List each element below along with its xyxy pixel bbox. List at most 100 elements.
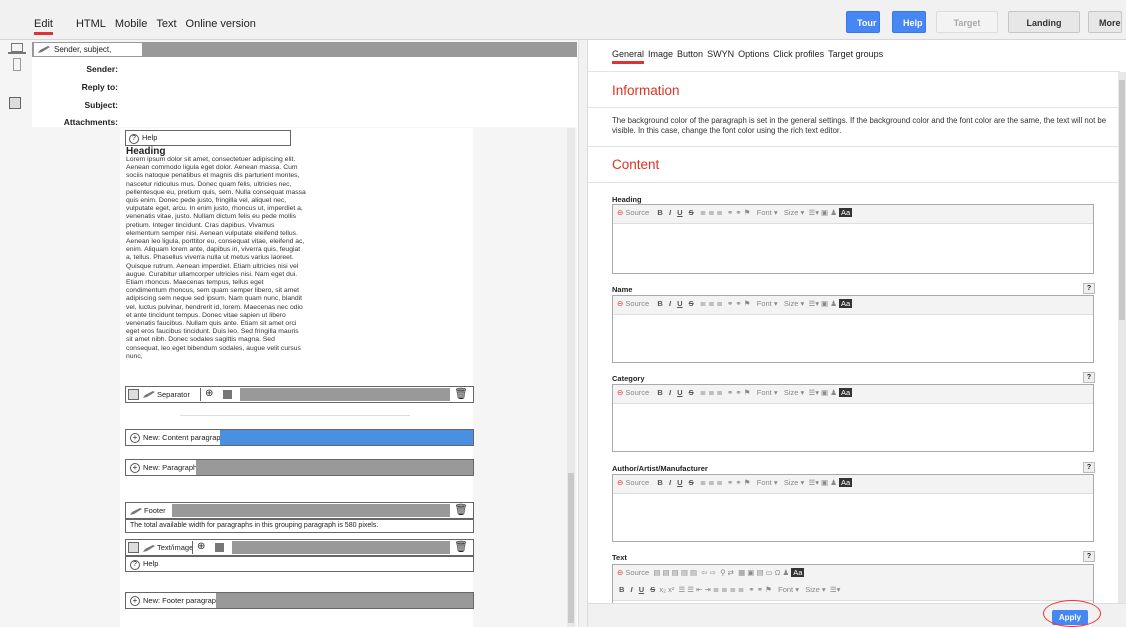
content-title: Content (612, 157, 660, 172)
footer-bar[interactable]: Footer 🗑 (125, 502, 474, 519)
new-content-paragraph[interactable]: + New: Content paragraph (125, 429, 474, 446)
divider (588, 71, 1120, 72)
move-icon[interactable]: ⊕ (197, 541, 205, 552)
footer-drag-area[interactable] (172, 504, 450, 517)
name-field-label: Name (612, 285, 633, 294)
name-editor[interactable]: ⊖ Source B I U S ≣ ≣ ≣ ⚭ ⚭ ⚑ Font ▾ Size… (612, 295, 1094, 363)
top-toolbar: Edit HTML Mobile Text Online version Tou… (0, 0, 1126, 50)
mail-canvas: ? Help Heading Lorem ipsum dolor sit amet… (32, 128, 577, 627)
action-bar: Apply (588, 600, 1126, 627)
tab-mobile[interactable]: Mobile (115, 18, 147, 30)
editor-toolbar-row2: B I U S x₂ x² ☰ ☰ ⇤ ⇥ ≣ ≣ ≣ ≣ ⚭ ⚭ ⚑ Font… (613, 584, 1093, 601)
text-field-label: Text (612, 553, 627, 562)
help-box-bottom[interactable]: ? Help (125, 556, 474, 572)
information-text: The background color of the paragraph is… (612, 116, 1107, 135)
selected-bar (220, 430, 473, 445)
left-scrollbar[interactable] (567, 128, 575, 627)
paragraph-text: Lorem ipsum dolor sit amet, consectetuer… (126, 156, 306, 360)
pencil-icon (38, 46, 50, 53)
user-icon (9, 97, 21, 109)
trash-icon[interactable]: 🗑 (454, 387, 468, 400)
editor-toolbar: ⊖ Source B I U S ≣ ≣ ≣ ⚭ ⚭ ⚑ Font ▾ Size… (613, 296, 1093, 315)
editor-toolbar: ⊖ Source B I U S ≣ ≣ ≣ ⚭ ⚭ ⚑ Font ▾ Size… (613, 385, 1093, 404)
divider (588, 182, 1120, 183)
user-icon (128, 389, 139, 400)
author-help-button[interactable]: ? (1083, 462, 1095, 473)
text-image-controls: ⊕ (192, 541, 228, 554)
tab-click-profiles[interactable]: Click profiles (773, 49, 824, 64)
tab-options[interactable]: Options (738, 49, 769, 64)
divider (588, 146, 1120, 147)
editor-toolbar: ⊖ Source ▤ ▤ ▤ ▤ ▤ ⇦ ⇨ ⚲ ⇄ ▦ ▣ ▤ ▭ Ω ♟ A… (613, 565, 1093, 584)
pencil-icon (130, 508, 142, 515)
mail-editor-panel: Sender, subject, attachments Sender: Rep… (32, 40, 587, 627)
help-button[interactable]: Help (892, 11, 926, 33)
help-box-top[interactable]: ? Help (125, 130, 291, 146)
trash-icon[interactable]: 🗑 (454, 503, 468, 516)
more-button[interactable]: More (1088, 11, 1122, 33)
tab-general[interactable]: General (612, 49, 645, 64)
name-help-button[interactable]: ? (1083, 283, 1095, 294)
left-scrollbar-thumb[interactable] (568, 473, 574, 623)
properties-panel: General Image Button SWYN Options Click … (587, 40, 1126, 627)
pencil-icon (143, 545, 155, 552)
category-help-button[interactable]: ? (1083, 372, 1095, 383)
tab-edit[interactable]: Edit (34, 18, 53, 35)
move-icon[interactable]: ⊕ (205, 388, 213, 399)
separator-label: Separator (143, 388, 190, 401)
landing-pages-button[interactable]: Landing pages (1008, 11, 1080, 50)
tab-image[interactable]: Image (648, 49, 673, 64)
category-field-label: Category (612, 374, 645, 383)
separator-bar[interactable]: Separator ⊕ 🗑 (125, 386, 474, 403)
separator-line (180, 415, 410, 416)
tab-online-version[interactable]: Online version (186, 18, 256, 30)
device-toggle-bar (0, 40, 32, 627)
heading-field-label: Heading (612, 195, 642, 204)
right-scrollbar-thumb[interactable] (1119, 80, 1125, 320)
author-field-label: Author/Artist/Manufacturer (612, 464, 708, 473)
category-editor[interactable]: ⊖ Source B I U S ≣ ≣ ≣ ⚭ ⚭ ⚑ Font ▾ Size… (612, 384, 1094, 452)
tab-swyn[interactable]: SWYN (707, 49, 734, 64)
message-header: Sender: Reply to: Subject: Attachments: (32, 57, 577, 127)
tour-button[interactable]: Tour (846, 11, 880, 33)
copy-icon[interactable] (223, 390, 232, 399)
attachments-label: Attachments: (63, 117, 118, 127)
desktop-icon-base (8, 52, 26, 54)
copy-icon[interactable] (215, 543, 224, 552)
add-icon: + (130, 433, 140, 443)
new-paragraph[interactable]: + New: Paragraph (125, 459, 474, 476)
pencil-icon (143, 391, 155, 398)
add-icon: + (130, 596, 140, 606)
new-paragraph-bar (196, 460, 473, 475)
help-icon: ? (130, 560, 140, 570)
text-editor[interactable]: ⊖ Source ▤ ▤ ▤ ▤ ▤ ⇦ ⇨ ⚲ ⇄ ▦ ▣ ▤ ▭ Ω ♟ A… (612, 564, 1094, 604)
information-title: Information (612, 83, 680, 98)
text-image-bar[interactable]: Text/image ⊕ 🗑 (125, 539, 474, 556)
tab-html[interactable]: HTML (76, 18, 106, 30)
divider (588, 107, 1120, 108)
desktop-icon[interactable] (11, 43, 23, 52)
heading-editor[interactable]: ⊖ Source B I U S ≣ ≣ ≣ ⚭ ⚭ ⚑ Font ▾ Size… (612, 204, 1094, 274)
properties-tabs: General Image Button SWYN Options Click … (612, 49, 883, 64)
trash-icon[interactable]: 🗑 (454, 540, 468, 553)
view-tabs: Edit HTML Mobile Text Online version (34, 18, 256, 35)
sender-section-bar[interactable]: Sender, subject, attachments (32, 42, 577, 67)
tab-text[interactable]: Text (156, 18, 176, 30)
subject-label: Subject: (84, 100, 118, 110)
mobile-icon[interactable] (13, 58, 21, 71)
target-group-button[interactable]: Target group (936, 11, 998, 50)
right-scrollbar[interactable] (1118, 72, 1126, 603)
user-icon (128, 542, 139, 553)
new-footer-paragraph[interactable]: + New: Footer paragraph (125, 592, 474, 609)
reply-to-label: Reply to: (81, 82, 118, 92)
separator-controls: ⊕ (200, 388, 236, 401)
tab-target-groups[interactable]: Target groups (828, 49, 883, 64)
panel-splitter[interactable] (578, 40, 587, 627)
author-editor[interactable]: ⊖ Source B I U S ≣ ≣ ≣ ⚭ ⚭ ⚑ Font ▾ Size… (612, 474, 1094, 542)
text-help-button[interactable]: ? (1083, 551, 1095, 562)
separator-drag-area[interactable] (240, 388, 450, 401)
footer-note: The total available width for paragraphs… (125, 519, 474, 533)
tab-button[interactable]: Button (677, 49, 703, 64)
text-image-drag-area[interactable] (232, 541, 450, 554)
add-icon: + (130, 463, 140, 473)
